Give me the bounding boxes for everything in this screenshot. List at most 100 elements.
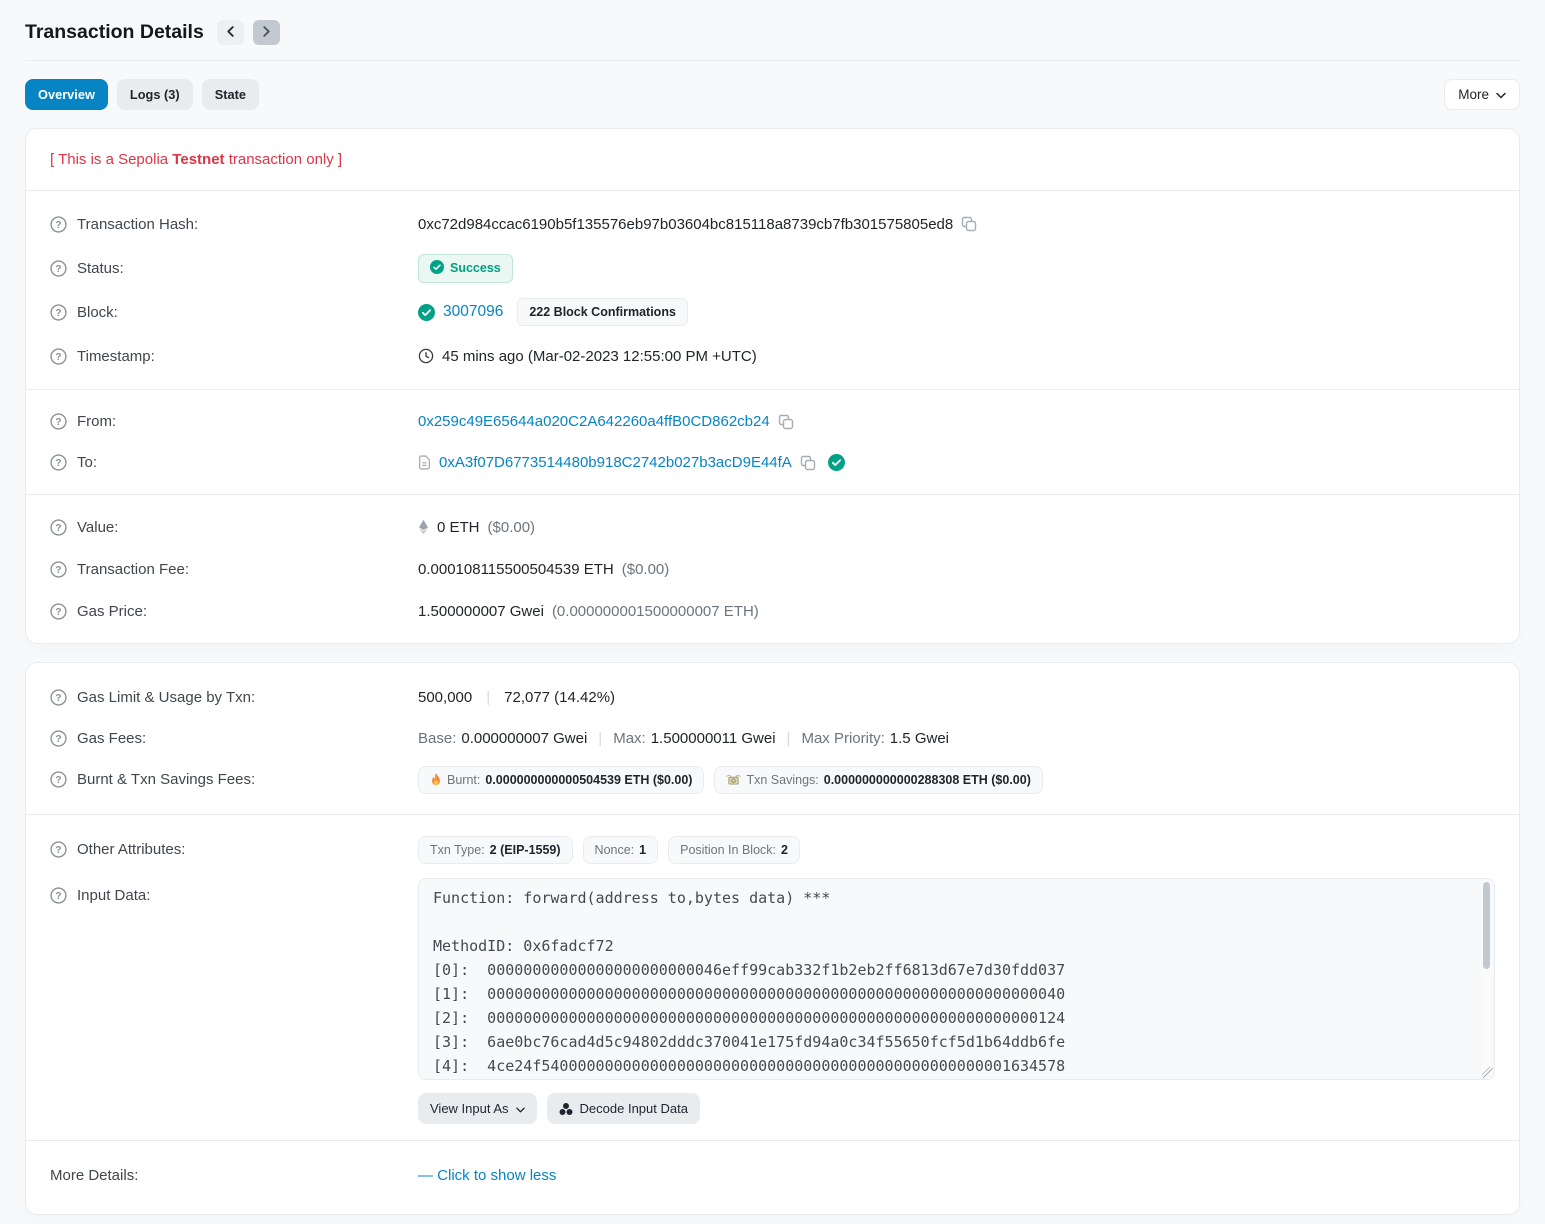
- svg-text:?: ?: [55, 417, 61, 428]
- help-icon[interactable]: ?: [50, 771, 67, 788]
- more-details-row: More Details: — Click to show less: [50, 1155, 1495, 1196]
- chevron-right-icon: [262, 25, 271, 40]
- gas-price-row: ? Gas Price: 1.500000007 Gwei (0.0000000…: [50, 590, 1495, 632]
- nonce-badge: Nonce: 1: [583, 836, 659, 864]
- input-data-line: Function: forward(address to,bytes data)…: [433, 886, 1480, 910]
- value-label: Value:: [77, 519, 118, 536]
- check-circle-icon: [418, 304, 435, 321]
- contract-file-icon: [418, 455, 431, 470]
- to-address-link[interactable]: 0xA3f07D6773514480b918C2742b027b3acD9E44…: [439, 454, 792, 471]
- check-circle-icon: [430, 260, 444, 277]
- help-icon[interactable]: ?: [50, 841, 67, 858]
- tab-logs[interactable]: Logs (3): [117, 79, 193, 110]
- block-number-link[interactable]: 3007096: [443, 303, 503, 321]
- max-priority-label: Max Priority:: [801, 730, 884, 747]
- help-icon[interactable]: ?: [50, 304, 67, 321]
- decode-input-data-button[interactable]: Decode Input Data: [547, 1093, 700, 1124]
- tab-state[interactable]: State: [202, 79, 259, 110]
- from-address-link[interactable]: 0x259c49E65644a020C2A642260a4ffB0CD862cb…: [418, 413, 770, 430]
- transaction-hash-label: Transaction Hash:: [77, 216, 198, 233]
- more-details-group: More Details: — Click to show less: [26, 1141, 1519, 1214]
- help-icon[interactable]: ?: [50, 519, 67, 536]
- prev-transaction-button[interactable]: [217, 20, 244, 45]
- help-icon[interactable]: ?: [50, 260, 67, 277]
- input-data-label: Input Data:: [77, 887, 150, 904]
- more-button[interactable]: More: [1444, 79, 1520, 110]
- svg-text:?: ?: [55, 263, 61, 274]
- other-attributes-label: Other Attributes:: [77, 841, 185, 858]
- chevron-down-icon: [1496, 87, 1506, 102]
- value-row: ? Value: 0 ETH ($0.00): [50, 506, 1495, 548]
- gas-fees-label: Gas Fees:: [77, 730, 146, 747]
- tab-overview[interactable]: Overview: [25, 79, 108, 110]
- svg-text:?: ?: [55, 458, 61, 469]
- more-button-label: More: [1458, 87, 1489, 102]
- gas-limit-row: ? Gas Limit & Usage by Txn: 500,000 | 72…: [50, 677, 1495, 718]
- transaction-fee-value: 0.000108115500504539 ETH: [418, 561, 614, 578]
- svg-text:?: ?: [55, 734, 61, 745]
- input-data-box[interactable]: Function: forward(address to,bytes data)…: [418, 878, 1495, 1080]
- svg-text:?: ?: [55, 307, 61, 318]
- resize-handle-icon[interactable]: [1482, 1067, 1493, 1078]
- max-fee-label: Max:: [613, 730, 646, 747]
- transaction-fee-row: ? Transaction Fee: 0.000108115500504539 …: [50, 548, 1495, 590]
- copy-icon[interactable]: [961, 216, 977, 232]
- base-fee-label: Base:: [418, 730, 456, 747]
- help-icon[interactable]: ?: [50, 689, 67, 706]
- svg-text:?: ?: [55, 219, 61, 230]
- position-value: 2: [781, 843, 788, 857]
- txn-savings-badge-label: Txn Savings:: [746, 773, 818, 787]
- input-scrollbar[interactable]: [1482, 882, 1491, 1076]
- copy-icon[interactable]: [778, 414, 794, 430]
- chevron-left-icon: [226, 25, 235, 40]
- more-details-label: More Details:: [50, 1167, 138, 1184]
- hash-status-group: ? Transaction Hash: 0xc72d984ccac6190b5f…: [26, 191, 1519, 390]
- transaction-hash-value: 0xc72d984ccac6190b5f135576eb97b03604bc81…: [418, 216, 953, 233]
- view-input-as-label: View Input As: [430, 1101, 509, 1116]
- svg-text:?: ?: [55, 351, 61, 362]
- help-icon[interactable]: ?: [50, 216, 67, 233]
- txn-savings-badge-value: 0.000000000000288308 ETH ($0.00): [824, 773, 1031, 787]
- status-label: Status:: [77, 260, 124, 277]
- view-input-as-button[interactable]: View Input As: [418, 1093, 537, 1124]
- svg-text:?: ?: [55, 693, 61, 704]
- help-icon[interactable]: ?: [50, 603, 67, 620]
- next-transaction-button[interactable]: [253, 20, 280, 45]
- tab-bar: Overview Logs (3) State More: [25, 79, 1520, 110]
- from-to-group: ? From: 0x259c49E65644a020C2A642260a4ffB…: [26, 390, 1519, 495]
- help-icon[interactable]: ?: [50, 413, 67, 430]
- notice-suffix: transaction only ]: [225, 151, 343, 168]
- input-data-line: [0]: 00000000000000000000000046eff99cab3…: [433, 958, 1480, 982]
- transaction-fee-label: Transaction Fee:: [77, 561, 189, 578]
- help-icon[interactable]: ?: [50, 730, 67, 747]
- copy-icon[interactable]: [800, 455, 816, 471]
- help-icon[interactable]: ?: [50, 887, 67, 904]
- input-data-line: [2]: 00000000000000000000000000000000000…: [433, 1006, 1480, 1030]
- help-icon[interactable]: ?: [50, 348, 67, 365]
- block-row: ? Block: 3007096 222 Block Confirmations: [50, 290, 1495, 334]
- notice-prefix: [ This is a Sepolia: [50, 151, 172, 168]
- burnt-badge: Burnt: 0.000000000000504539 ETH ($0.00): [418, 766, 704, 794]
- nonce-label: Nonce:: [595, 843, 635, 857]
- input-data-line: [5]: 5d9c0000000000000000000000000000000…: [433, 1078, 1480, 1080]
- gas-used-value: 72,077 (14.42%): [504, 689, 615, 706]
- txn-type-badge: Txn Type: 2 (EIP-1559): [418, 836, 573, 864]
- svg-text:?: ?: [55, 606, 61, 617]
- transaction-details-page: Transaction Details Overview Logs (3) St…: [0, 0, 1545, 1215]
- burnt-savings-label: Burnt & Txn Savings Fees:: [77, 771, 255, 788]
- status-badge: Success: [418, 254, 513, 283]
- help-icon[interactable]: ?: [50, 561, 67, 578]
- gas-price-eth: (0.000000001500000007 ETH): [552, 603, 759, 620]
- input-data-line: [433, 910, 1480, 934]
- show-less-link[interactable]: — Click to show less: [418, 1167, 556, 1184]
- to-row: ? To: 0xA3f07D6773514480b918C2742b027b3a…: [50, 442, 1495, 483]
- burnt-badge-label: Burnt:: [447, 773, 480, 787]
- scrollbar-thumb[interactable]: [1483, 882, 1490, 969]
- help-icon[interactable]: ?: [50, 454, 67, 471]
- input-data-line: [4]: 4ce24f54000000000000000000000000000…: [433, 1054, 1480, 1078]
- page-header: Transaction Details: [25, 0, 1520, 45]
- input-data-row: ? Input Data: Function: forward(address …: [50, 878, 1495, 1124]
- burnt-savings-row: ? Burnt & Txn Savings Fees: Burnt: 0.000…: [50, 759, 1495, 800]
- flame-icon: [430, 773, 442, 787]
- overview-card: [ This is a Sepolia Testnet transaction …: [25, 128, 1520, 644]
